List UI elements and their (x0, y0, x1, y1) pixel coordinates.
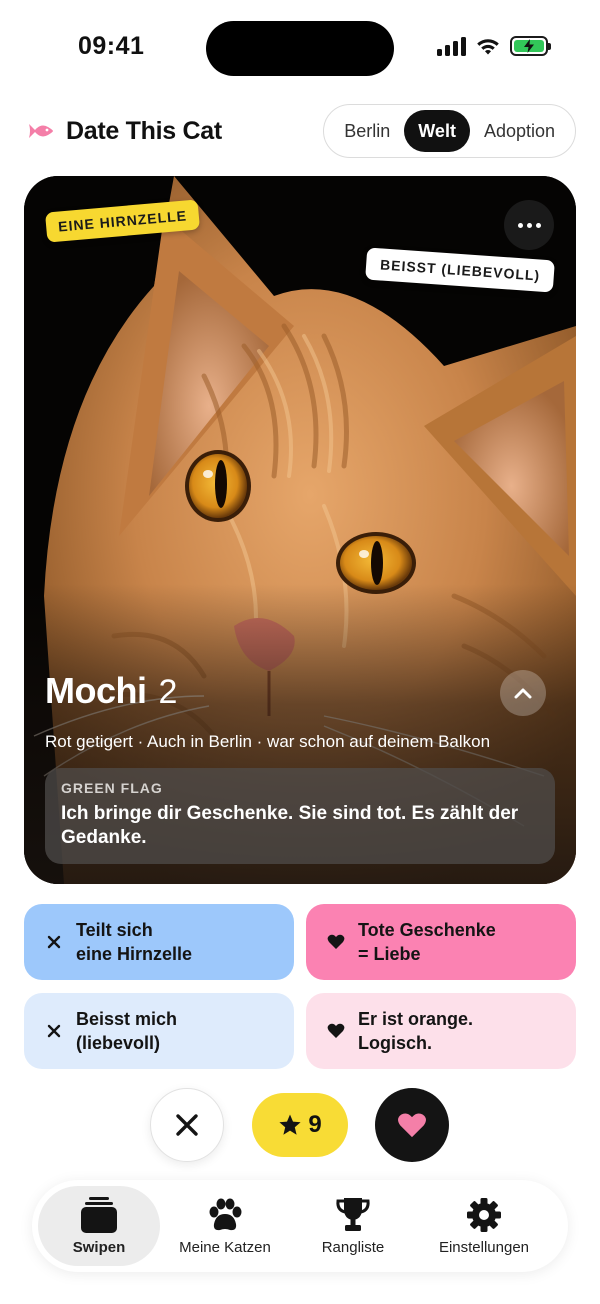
super-like-button[interactable]: 9 (252, 1093, 348, 1157)
green-flag-box: GREEN FLAG Ich bringe dir Geschenke. Sie… (45, 768, 555, 864)
x-icon (42, 930, 66, 954)
chip-label: Tote Geschenke = Liebe (358, 920, 496, 964)
cat-meta: Rot getigert · Auch in Berlin · war scho… (45, 732, 491, 751)
segment-berlin[interactable]: Berlin (330, 110, 404, 152)
status-icons (437, 36, 551, 56)
paw-icon (209, 1198, 242, 1230)
more-icon (517, 222, 523, 228)
chip-beisst-mich[interactable]: Beisst mich (liebevoll) (24, 993, 294, 1069)
tab-label: Rangliste (321, 1238, 385, 1256)
like-button[interactable] (375, 1088, 449, 1162)
tab-bar: Swipen Meine Katzen Rangliste Einstellun… (32, 1180, 568, 1272)
chip-tote-geschenke[interactable]: Tote Geschenke = Liebe (306, 904, 576, 980)
close-icon (176, 1114, 198, 1136)
green-flag-label: GREEN FLAG (61, 780, 163, 796)
tab-meine-katzen[interactable]: Meine Katzen (166, 1186, 284, 1266)
dynamic-island (206, 21, 394, 76)
heart-icon (398, 1112, 426, 1137)
cellular-signal-icon (437, 36, 466, 56)
segment-adoption[interactable]: Adoption (470, 110, 569, 152)
cat-age: 2 (158, 673, 178, 711)
trophy-icon (336, 1197, 370, 1231)
star-icon (279, 1114, 301, 1135)
status-time: 09:41 (78, 32, 145, 60)
tab-label: Meine Katzen (179, 1238, 271, 1256)
battery-charging-icon (510, 36, 551, 56)
status-bar: 09:41 (0, 0, 600, 96)
chip-label: Teilt sich eine Hirnzelle (76, 920, 193, 964)
cat-name-row: Mochi 2 (45, 670, 177, 712)
heart-icon (324, 930, 348, 954)
chip-label: Beisst mich (liebevoll) (76, 1009, 178, 1053)
chip-label: Er ist orange. Logisch. (358, 1009, 474, 1053)
tab-einstellungen[interactable]: Einstellungen (422, 1186, 546, 1266)
cat-name: Mochi (45, 670, 147, 711)
chevron-up-icon (514, 688, 532, 699)
app-title: Date This Cat (66, 116, 222, 145)
location-segmented-control: Berlin Welt Adoption (323, 104, 576, 158)
wifi-icon (477, 39, 499, 55)
tab-label: Swipen (72, 1238, 126, 1256)
more-options-button[interactable] (504, 200, 554, 250)
super-like-count: 9 (308, 1111, 322, 1138)
heart-icon (324, 1019, 348, 1043)
chip-er-ist-orange[interactable]: Er ist orange. Logisch. (306, 993, 576, 1069)
gear-icon (467, 1197, 501, 1232)
nope-button[interactable] (150, 1088, 224, 1162)
green-flag-text: Ich bringe dir Geschenke. Sie sind tot. … (61, 803, 519, 848)
expand-profile-button[interactable] (500, 670, 546, 716)
tab-swipen[interactable]: Swipen (38, 1186, 160, 1266)
x-icon (42, 1019, 66, 1043)
chip-teilt-sich-eine-hirnzelle[interactable]: Teilt sich eine Hirnzelle (24, 904, 294, 980)
app-header: Date This Cat Berlin Welt Adoption (26, 104, 576, 158)
cards-stack-icon (81, 1196, 117, 1233)
fish-icon (29, 124, 53, 138)
tab-rangliste[interactable]: Rangliste (294, 1186, 412, 1266)
segment-welt[interactable]: Welt (404, 110, 470, 152)
cat-profile-card[interactable]: EINE HIRNZELLE BEISST (LIEBEVOLL) Mochi … (24, 176, 576, 884)
tab-label: Einstellungen (438, 1238, 530, 1256)
